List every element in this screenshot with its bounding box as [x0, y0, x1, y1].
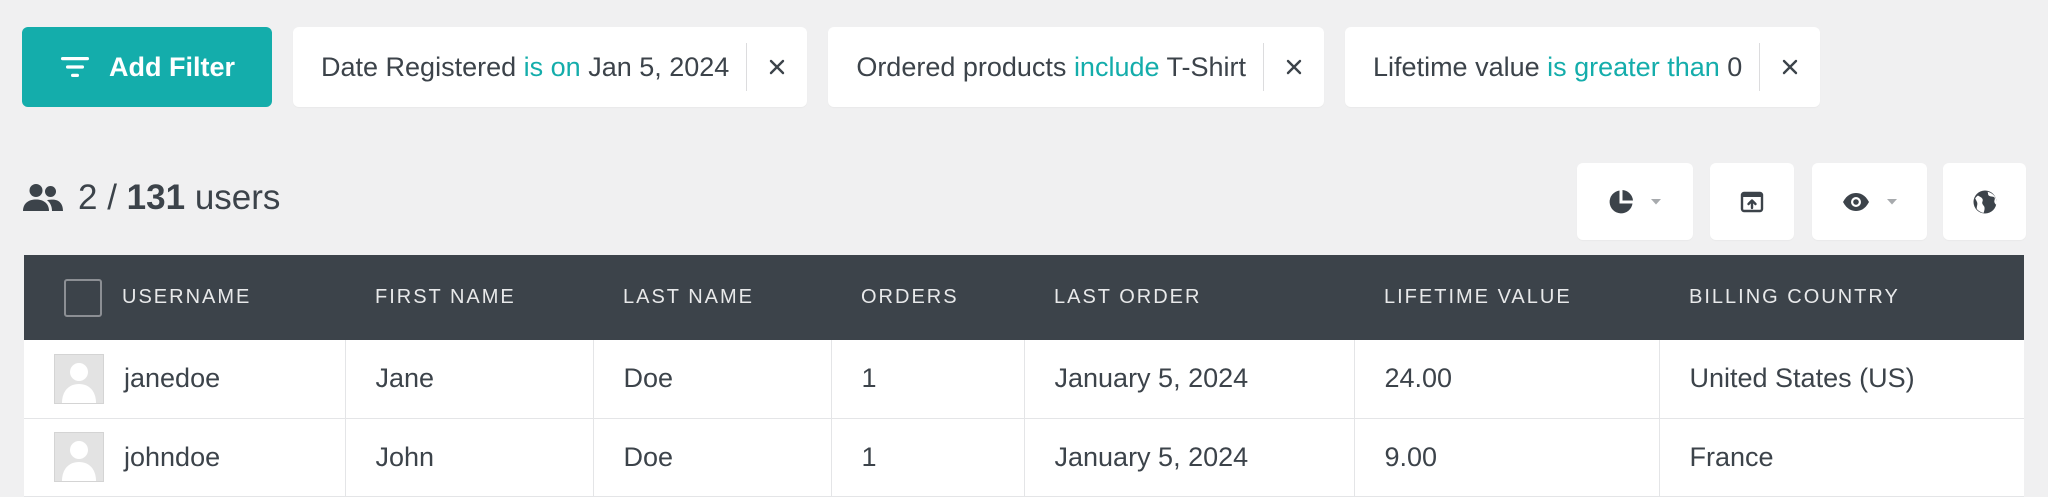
chart-menu-button[interactable] [1577, 163, 1693, 240]
close-icon [1286, 59, 1302, 75]
cell-billing-country: United States (US) [1659, 340, 2024, 419]
cell-lifetime-value: 9.00 [1354, 418, 1660, 497]
caret-down-icon [1886, 198, 1897, 204]
column-header-first-name[interactable]: FIRST NAME [345, 255, 593, 340]
filter-chip-value: 0 [1727, 51, 1743, 82]
column-header-billing-country[interactable]: BILLING COUNTRY [1659, 255, 2024, 340]
cell-username: johndoe [24, 418, 346, 497]
export-icon [1740, 191, 1764, 212]
cell-orders: 1 [831, 340, 1025, 419]
username-link[interactable]: johndoe [124, 442, 220, 473]
filter-chip-operator: is on [523, 51, 581, 82]
filter-chip-value: Jan 5, 2024 [588, 51, 730, 82]
avatar [54, 353, 104, 404]
count-separator: / [107, 178, 117, 217]
add-filter-button[interactable]: Add Filter [22, 27, 272, 107]
export-button[interactable] [1710, 163, 1794, 240]
caret-down-icon [1651, 198, 1661, 204]
filter-chip-operator: is greater than [1547, 51, 1720, 82]
username-link[interactable]: janedoe [124, 363, 220, 394]
filter-chip-ordered-products[interactable]: Ordered products include T-Shirt [828, 27, 1325, 107]
table-header-row: USERNAME FIRST NAME LAST NAME ORDERS LAS… [24, 255, 2024, 340]
filtered-user-count: 2 [78, 178, 98, 217]
filter-chip-field: Date Registered [321, 51, 517, 82]
remove-filter-button[interactable] [747, 27, 807, 107]
column-header-last-order[interactable]: LAST ORDER [1024, 255, 1354, 340]
cell-last-order: January 5, 2024 [1024, 340, 1355, 419]
users-table: USERNAME FIRST NAME LAST NAME ORDERS LAS… [24, 255, 2024, 497]
globe-icon [1973, 190, 1997, 213]
close-icon [1783, 59, 1798, 75]
map-view-button[interactable] [1943, 163, 2026, 240]
filter-chip-lifetime-value[interactable]: Lifetime value is greater than 0 [1345, 27, 1821, 107]
cell-lifetime-value: 24.00 [1354, 340, 1660, 419]
eye-icon [1842, 192, 1869, 211]
cell-last-order: January 5, 2024 [1024, 418, 1355, 497]
column-visibility-button[interactable] [1812, 163, 1927, 240]
filter-chip-date-registered[interactable]: Date Registered is on Jan 5, 2024 [293, 27, 808, 107]
filter-chip-value: T-Shirt [1166, 51, 1247, 82]
users-label: users [194, 178, 281, 217]
filter-chip-text: Ordered products include T-Shirt [828, 52, 1263, 83]
column-header-lifetime-value[interactable]: LIFETIME VALUE [1354, 255, 1659, 340]
users-icon [23, 184, 63, 211]
column-header-label: USERNAME [122, 286, 252, 308]
cell-billing-country: France [1659, 418, 2024, 497]
filter-chip-field: Lifetime value [1373, 51, 1540, 82]
remove-filter-button[interactable] [1760, 27, 1820, 107]
pie-chart-icon [1609, 189, 1633, 213]
table-row[interactable]: johndoe John Doe 1 January 5, 2024 9.00 … [24, 418, 2024, 497]
filter-icon [59, 54, 91, 80]
cell-first-name: Jane [345, 340, 594, 419]
default-avatar-icon [62, 362, 96, 403]
cell-first-name: John [345, 418, 594, 497]
avatar [54, 432, 104, 482]
remove-filter-button[interactable] [1264, 27, 1324, 107]
select-all-checkbox[interactable] [64, 278, 102, 317]
filter-chip-text: Lifetime value is greater than 0 [1345, 52, 1759, 83]
filter-chip-operator: include [1073, 51, 1160, 82]
cell-orders: 1 [831, 418, 1025, 497]
users-count: 2 / 131 users [22, 178, 280, 218]
total-user-count: 131 [126, 178, 186, 217]
filter-chip-text: Date Registered is on Jan 5, 2024 [293, 52, 746, 83]
cell-last-name: Doe [593, 418, 832, 497]
cell-last-name: Doe [593, 340, 832, 419]
filter-bar: Add Filter Date Registered is on Jan 5, … [22, 27, 1821, 107]
column-header-orders[interactable]: ORDERS [831, 255, 1024, 340]
filter-chip-field: Ordered products [856, 51, 1067, 82]
column-header-username[interactable]: USERNAME [24, 255, 345, 340]
column-header-last-name[interactable]: LAST NAME [593, 255, 831, 340]
cell-username: janedoe [24, 340, 346, 419]
add-filter-label: Add Filter [109, 51, 235, 82]
close-icon [770, 59, 785, 75]
table-row[interactable]: janedoe Jane Doe 1 January 5, 2024 24.00… [24, 340, 2024, 419]
default-avatar-icon [62, 441, 96, 481]
